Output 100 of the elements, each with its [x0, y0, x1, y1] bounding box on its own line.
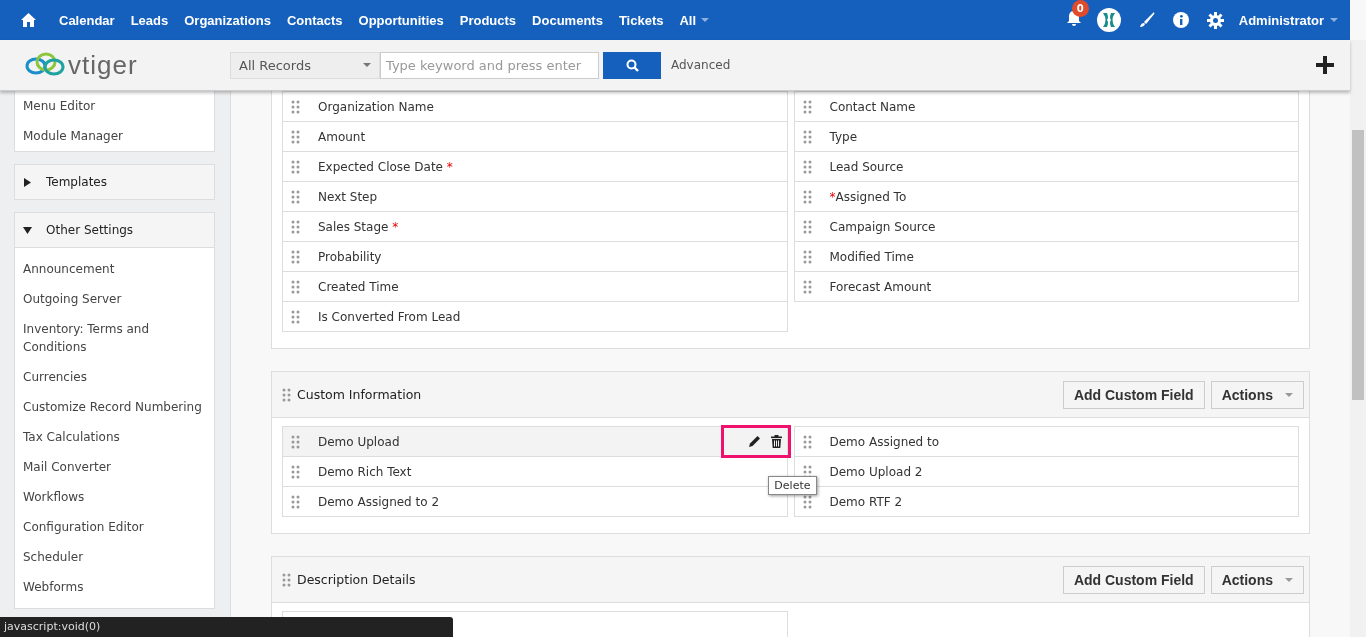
drag-handle-icon[interactable]	[291, 219, 300, 234]
block-title: Custom Information	[297, 387, 423, 402]
field-label: Contact Name	[829, 99, 916, 114]
trash-icon[interactable]	[770, 435, 782, 448]
sidebar-link[interactable]: Mail Converter	[15, 452, 214, 482]
drag-handle-icon[interactable]	[802, 279, 812, 294]
scrollbar[interactable]	[1350, 40, 1366, 637]
triangle-down-icon	[23, 225, 32, 235]
field-row[interactable]: Contact Name	[793, 91, 1299, 122]
sidebar-link[interactable]: Configuration Editor	[15, 512, 214, 542]
nav-link[interactable]: Tickets	[610, 12, 672, 28]
drag-handle-icon[interactable]	[802, 159, 812, 174]
field-label: Campaign Source	[829, 219, 936, 234]
field-row[interactable]: Amount	[282, 121, 788, 152]
sidebar-link[interactable]: Inventory: Terms and Conditions	[15, 314, 214, 362]
field-label: Expected Close Date *	[318, 159, 453, 174]
link-status-tooltip: javascript:void(0)	[0, 617, 453, 637]
sidebar-link[interactable]: Tax Calculations	[15, 422, 214, 452]
record-scope-dropdown[interactable]: All Records	[230, 51, 380, 79]
field-row[interactable]: Demo Assigned to	[793, 426, 1299, 457]
drag-handle-icon[interactable]	[291, 434, 300, 449]
nav-link[interactable]: All	[671, 12, 718, 28]
field-label: Forecast Amount	[829, 279, 932, 294]
field-row[interactable]: Lead Source	[793, 151, 1299, 182]
info-icon[interactable]	[1172, 12, 1189, 28]
field-row[interactable]: Type	[793, 121, 1299, 152]
field-label: Demo Rich Text	[318, 464, 412, 479]
drag-handle-icon[interactable]	[802, 434, 812, 449]
drag-handle-icon[interactable]	[802, 494, 812, 509]
sidebar-link[interactable]: Workflows	[15, 482, 214, 512]
drag-handle-icon[interactable]	[291, 309, 300, 324]
field-row[interactable]: Is Converted From Lead	[282, 301, 788, 332]
drag-handle-icon[interactable]	[802, 249, 812, 264]
block-title: Description Details	[297, 572, 417, 587]
sidebar-link[interactable]: Outgoing Server	[15, 284, 214, 314]
drag-handle-icon[interactable]	[291, 129, 300, 144]
field-label: Demo Upload	[318, 434, 400, 449]
pencil-icon[interactable]	[747, 435, 761, 448]
nav-link[interactable]: Opportunities	[350, 12, 452, 28]
tooltip: Delete	[768, 476, 817, 495]
home-icon[interactable]	[20, 12, 37, 28]
drag-handle-icon[interactable]	[282, 387, 291, 402]
nav-link[interactable]: Leads	[122, 12, 177, 28]
field-row[interactable]: Modified Time	[793, 241, 1299, 272]
field-label: Demo RTF 2	[829, 494, 903, 509]
sidebar-link[interactable]: Scheduler	[15, 542, 214, 572]
field-row[interactable]: Sales Stage *	[282, 211, 788, 242]
field-label: Demo Upload 2	[829, 464, 923, 479]
brand-name: vtiger	[68, 49, 138, 81]
drag-handle-icon[interactable]	[802, 189, 812, 204]
caret-icon	[363, 63, 371, 67]
brush-icon[interactable]	[1138, 12, 1155, 28]
field-row[interactable]: Expected Close Date *	[282, 151, 788, 182]
nav-link[interactable]: Calendar	[51, 12, 123, 28]
section-header[interactable]: Other Settings	[14, 212, 215, 248]
sidebar-link[interactable]: Module Manager	[15, 121, 214, 151]
drag-handle-icon[interactable]	[802, 219, 812, 234]
sidebar-link[interactable]: Announcement	[15, 254, 214, 284]
drag-handle-icon[interactable]	[291, 279, 300, 294]
drag-handle-icon[interactable]	[291, 249, 300, 264]
add-custom-field-button[interactable]: Add Custom Field	[1062, 565, 1205, 594]
drag-handle-icon[interactable]	[291, 494, 300, 509]
scrollbar-thumb[interactable]	[1352, 130, 1364, 400]
add-custom-field-button[interactable]: Add Custom Field	[1062, 380, 1205, 409]
field-label: Type	[829, 129, 858, 144]
actions-button[interactable]: Actions	[1210, 380, 1304, 409]
drag-handle-icon[interactable]	[291, 99, 300, 114]
nav-link[interactable]: Products	[451, 12, 525, 28]
sidebar-link[interactable]: Webforms	[15, 572, 214, 602]
field-row[interactable]: Created Time	[282, 271, 788, 302]
field-label: Modified Time	[829, 249, 914, 264]
sidebar-link[interactable]: Customize Record Numbering	[15, 392, 214, 422]
field-row[interactable]: Campaign Source	[793, 211, 1299, 242]
sidebar-link[interactable]: Menu Editor	[15, 91, 214, 121]
field-row[interactable]: Forecast Amount	[793, 271, 1299, 302]
actions-button[interactable]: Actions	[1210, 565, 1304, 594]
user-menu[interactable]: Administrator	[1238, 12, 1338, 28]
x-logo-icon[interactable]	[1096, 8, 1121, 32]
nav-link[interactable]: Organizations	[176, 12, 279, 28]
drag-handle-icon[interactable]	[291, 159, 300, 174]
search-button[interactable]	[603, 51, 661, 79]
drag-handle-icon[interactable]	[802, 129, 812, 144]
field-label: Sales Stage *	[318, 219, 399, 234]
settings-icon[interactable]	[1206, 11, 1224, 29]
search-field[interactable]: Type keyword and press enter	[380, 51, 599, 79]
nav-link[interactable]: Contacts	[278, 12, 351, 28]
section-header[interactable]: Templates	[14, 164, 215, 200]
drag-handle-icon[interactable]	[282, 572, 291, 587]
plus-icon[interactable]	[1316, 56, 1334, 74]
field-row[interactable]: Probability	[282, 241, 788, 272]
field-row[interactable]: Organization Name	[282, 91, 788, 122]
field-row[interactable]: Next Step	[282, 181, 788, 212]
field-label: *Assigned To	[829, 189, 907, 204]
drag-handle-icon[interactable]	[291, 189, 300, 204]
drag-handle-icon[interactable]	[291, 464, 300, 479]
drag-handle-icon[interactable]	[802, 99, 812, 114]
advanced-search-link[interactable]: Advanced	[671, 58, 731, 72]
field-row[interactable]: *Assigned To	[793, 181, 1299, 212]
sidebar-link[interactable]: Currencies	[15, 362, 214, 392]
nav-link[interactable]: Documents	[524, 12, 611, 28]
